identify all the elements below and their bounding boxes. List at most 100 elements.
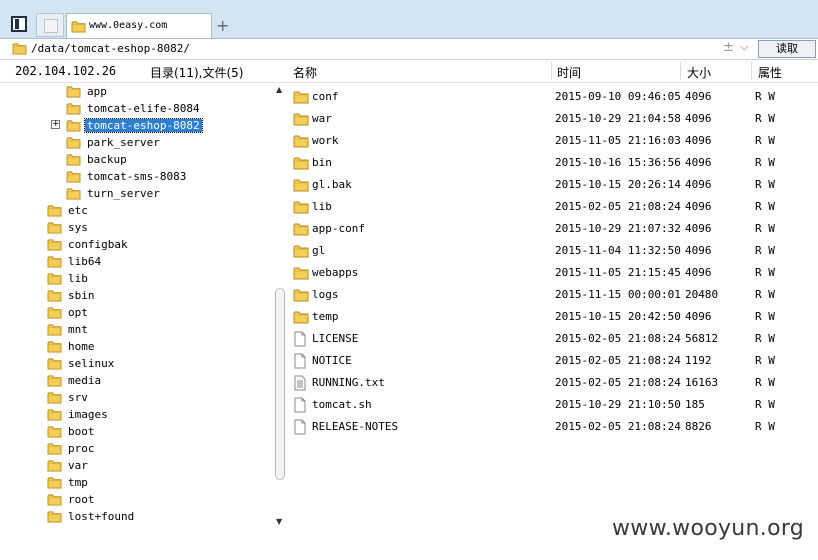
plus-minus-icon[interactable]: ±	[723, 40, 734, 55]
tree-item-label: root	[68, 493, 95, 506]
file-name: tomcat.sh	[312, 398, 372, 411]
column-divider[interactable]	[680, 62, 681, 80]
file-row[interactable]: work 2015-11-05 21:16:03 4096 R W	[288, 129, 818, 151]
file-name: app-conf	[312, 222, 365, 235]
column-header-attr[interactable]: 属性	[758, 64, 782, 81]
folder-icon	[66, 170, 81, 183]
folder-icon	[47, 459, 62, 472]
file-size: 4096	[685, 222, 712, 235]
file-size: 4096	[685, 244, 712, 257]
file-name: RELEASE-NOTES	[312, 420, 399, 433]
sidebar-toggle-icon[interactable]	[11, 16, 27, 32]
file-row[interactable]: app-conf 2015-10-29 21:07:32 4096 R W	[288, 217, 818, 239]
header-row: 202.104.102.26 目录(11),文件(5) 名称 时间 大小 属性	[0, 60, 818, 83]
tree-item-label: selinux	[68, 357, 115, 370]
column-divider[interactable]	[551, 62, 552, 80]
tree-item-label: sys	[68, 221, 88, 234]
scroll-up-icon[interactable]: ▲	[276, 85, 282, 94]
file-attr: R W	[755, 354, 775, 367]
tree-item-label: boot	[68, 425, 95, 438]
dir-file-summary: 目录(11),文件(5)	[150, 66, 244, 80]
folder-icon	[47, 408, 62, 421]
blank-page-icon	[44, 19, 58, 33]
file-size: 1192	[685, 354, 712, 367]
file-row[interactable]: war 2015-10-29 21:04:58 4096 R W	[288, 107, 818, 129]
tree-scrollbar[interactable]: ▲ ▼	[272, 83, 288, 533]
file-name: work	[312, 134, 339, 147]
address-bar[interactable]: /data/tomcat-eshop-8082/ ± ⌵	[0, 39, 818, 60]
file-row[interactable]: gl 2015-11-04 11:32:50 4096 R W	[288, 239, 818, 261]
file-time: 2015-11-04 11:32:50	[555, 244, 681, 257]
file-row[interactable]: NOTICE 2015-02-05 21:08:24 1192 R W	[288, 349, 818, 371]
file-name: gl.bak	[312, 178, 352, 191]
address-path[interactable]: /data/tomcat-eshop-8082/	[31, 42, 190, 55]
folder-icon	[293, 244, 309, 258]
file-name: conf	[312, 90, 339, 103]
folder-icon	[293, 288, 309, 302]
file-row[interactable]: gl.bak 2015-10-15 20:26:14 4096 R W	[288, 173, 818, 195]
new-tab-button[interactable]: +	[216, 16, 229, 35]
blank-tab[interactable]	[36, 13, 64, 37]
tree-horizontal-area	[0, 533, 288, 560]
scroll-down-icon[interactable]: ▼	[276, 517, 282, 526]
tree-item-label: tomcat-eshop-8082	[84, 118, 203, 133]
file-row[interactable]: temp 2015-10-15 20:42:50 4096 R W	[288, 305, 818, 327]
expand-toggle-icon[interactable]: +	[51, 120, 60, 129]
file-icon	[293, 419, 307, 435]
file-attr: R W	[755, 420, 775, 433]
file-row[interactable]: LICENSE 2015-02-05 21:08:24 56812 R W	[288, 327, 818, 349]
column-header-name[interactable]: 名称	[293, 64, 317, 81]
folder-icon	[66, 119, 81, 132]
tree-item-label: tmp	[68, 476, 88, 489]
file-row[interactable]: lib 2015-02-05 21:08:24 4096 R W	[288, 195, 818, 217]
file-row[interactable]: tomcat.sh 2015-10-29 21:10:50 185 R W	[288, 393, 818, 415]
folder-icon	[66, 187, 81, 200]
file-size: 56812	[685, 332, 719, 345]
folder-icon	[47, 306, 62, 319]
tree-item-label: opt	[68, 306, 88, 319]
folder-icon	[66, 85, 81, 98]
file-row[interactable]: RUNNING.txt 2015-02-05 21:08:24 16163 R W	[288, 371, 818, 393]
file-time: 2015-11-05 21:16:03	[555, 134, 681, 147]
file-list[interactable]: conf 2015-09-10 09:46:05 4096 R W war 2015-10…	[288, 83, 818, 523]
folder-icon	[47, 204, 62, 217]
file-row[interactable]: conf 2015-09-10 09:46:05 4096 R W	[288, 85, 818, 107]
read-button[interactable]: 读取	[758, 40, 816, 58]
folder-icon	[47, 272, 62, 285]
file-row[interactable]: bin 2015-10-16 15:36:56 4096 R W	[288, 151, 818, 173]
folder-icon	[293, 112, 309, 126]
file-time: 2015-11-15 00:00:01	[555, 288, 681, 301]
file-name: webapps	[312, 266, 359, 279]
file-time: 2015-11-05 21:15:45	[555, 266, 681, 279]
folder-icon	[293, 178, 309, 192]
tab-active[interactable]: www.0easy.com	[66, 13, 212, 38]
file-icon	[293, 331, 307, 347]
tree-item-label: var	[68, 459, 88, 472]
file-size: 4096	[685, 90, 712, 103]
folder-icon	[12, 42, 27, 55]
directory-tree[interactable]: app tomcat-elife-8084 tomcat-eshop-8082 par…	[0, 83, 288, 533]
file-row[interactable]: RELEASE-NOTES 2015-02-05 21:08:24 8826 R W	[288, 415, 818, 437]
file-row[interactable]: webapps 2015-11-05 21:15:45 4096 R W	[288, 261, 818, 283]
column-header-time[interactable]: 时间	[557, 64, 581, 81]
file-attr: R W	[755, 376, 775, 389]
server-ip: 202.104.102.26	[15, 64, 117, 78]
file-time: 2015-02-05 21:08:24	[555, 420, 681, 433]
watermark: www.wooyun.org	[612, 516, 805, 541]
file-size: 185	[685, 398, 705, 411]
column-header-size[interactable]: 大小	[687, 64, 711, 81]
file-size: 4096	[685, 156, 712, 169]
file-icon	[293, 353, 307, 369]
file-name: LICENSE	[312, 332, 359, 345]
tree-item-label: park_server	[87, 136, 160, 149]
column-divider[interactable]	[751, 62, 752, 80]
folder-icon	[293, 156, 309, 170]
file-row[interactable]: logs 2015-11-15 00:00:01 20480 R W	[288, 283, 818, 305]
folder-icon	[47, 340, 62, 353]
folder-icon	[293, 222, 309, 236]
file-time: 2015-10-29 21:10:50	[555, 398, 681, 411]
scrollbar-thumb[interactable]	[275, 288, 285, 480]
file-attr: R W	[755, 178, 775, 191]
tree-item-label: turn_server	[87, 187, 160, 200]
chevron-down-icon[interactable]: ⌵	[740, 40, 748, 54]
